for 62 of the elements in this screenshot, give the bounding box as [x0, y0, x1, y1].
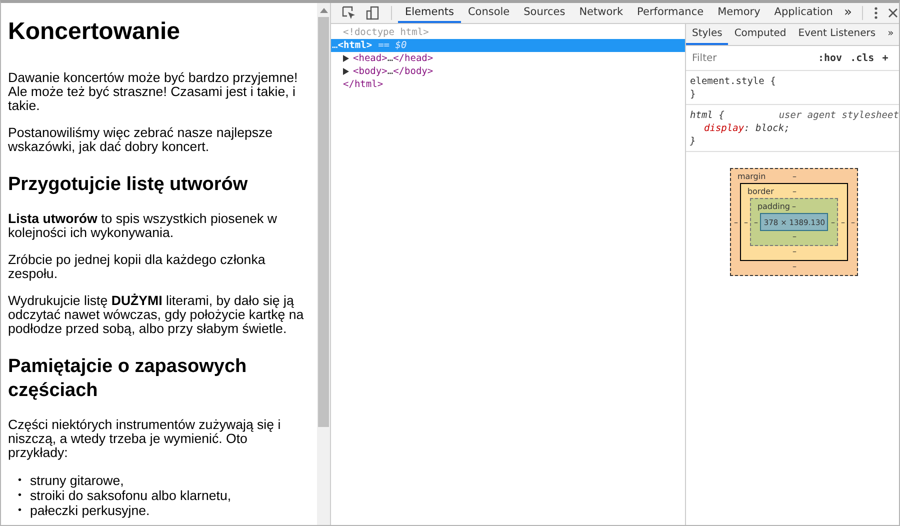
section-heading: Przygotujcie listę utworów: [8, 173, 249, 197]
closing-brace: }: [690, 88, 696, 101]
element-node[interactable]: <body>…</body>: [353, 65, 434, 78]
box-value: –: [792, 171, 796, 183]
devtools-tab[interactable]: Application: [767, 3, 840, 23]
devtools-tab[interactable]: Sources: [516, 3, 572, 23]
list-item: struny gitarowe,: [30, 473, 124, 488]
devtools-tab[interactable]: Console: [460, 3, 517, 23]
paragraph: Części niektórych instrumentów zużywają się i niszczą, a wtedy trzeba je wymienić. Oto przykłady:: [8, 418, 282, 460]
box-value: –: [792, 186, 796, 198]
menu-icon[interactable]: [874, 7, 878, 19]
box-value: –: [742, 218, 749, 226]
box-value: –: [792, 261, 796, 273]
paragraph: Postanowiliśmy więc zebrać nasze najlepsze wskazówki, jak dać dobry koncert.: [8, 126, 274, 154]
scroll-up-arrow-icon[interactable]: [320, 8, 328, 13]
box-value: –: [840, 218, 846, 226]
box-value: –: [850, 218, 856, 226]
list-item: pałeczki perkusyjne.: [30, 503, 150, 518]
inspect-cursor-icon[interactable]: [342, 6, 356, 20]
sidebar-tab[interactable]: Event Listeners: [792, 24, 882, 45]
list-item: stroiki do saksofonu albo klarnetu,: [30, 488, 232, 503]
paragraph: Lista utworów to spis wszystkich piosenek w kolejności ich wykonywania.: [8, 212, 278, 240]
box-label: margin: [737, 172, 766, 181]
node-reference: == $0: [378, 39, 407, 52]
box-label: padding: [757, 201, 790, 213]
sidebar-tab[interactable]: Styles: [686, 24, 728, 45]
box-label: border: [747, 187, 774, 196]
box-value: –: [792, 201, 796, 213]
stylesheet-source: user agent stylesheet: [778, 109, 899, 122]
css-selector: element.style {: [690, 75, 776, 88]
close-icon[interactable]: [888, 8, 898, 18]
paragraph: Zróbcie po jednej kopii dla każdego członka zespołu.: [8, 253, 266, 281]
css-declaration: display: block;: [703, 122, 791, 135]
box-value: –: [792, 246, 796, 258]
scrollbar-track[interactable]: [317, 3, 330, 525]
devtools-tab[interactable]: Performance: [630, 3, 711, 23]
devtools-tab[interactable]: Network: [572, 3, 630, 23]
element-node[interactable]: <head>…</head>: [353, 52, 434, 65]
device-toggle-icon[interactable]: [366, 6, 380, 20]
more-tabs-button[interactable]: »: [882, 24, 899, 45]
closing-tag[interactable]: </html>: [343, 78, 384, 91]
toolbar-button[interactable]: +: [878, 52, 892, 64]
toolbar-button[interactable]: :hov: [814, 52, 846, 64]
paragraph: Dawanie koncertów może być bardzo przyjemne! Ale może też być straszne! Czasami jest i takie, i takie.: [8, 71, 299, 113]
bullet: •: [18, 489, 23, 503]
bullet: •: [18, 504, 23, 518]
bullet: •: [18, 474, 23, 488]
sidebar-tab[interactable]: Computed: [728, 24, 792, 45]
paragraph: Wydrukujcie listę DUŻYMI literami, by dało się ją odczytać nawet wówczas, gdy położycie kartkę na podłodze przed sobą, albo przy słabym świetle.: [8, 294, 305, 336]
scrollbar-thumb[interactable]: [318, 17, 329, 427]
devtools-tab[interactable]: Elements: [398, 3, 461, 23]
box-value: –: [830, 218, 836, 226]
more-tabs-button[interactable]: »: [840, 3, 856, 23]
box-value: –: [752, 218, 759, 226]
box-value: –: [792, 231, 796, 243]
css-selector: html {: [690, 109, 724, 122]
toolbar-button[interactable]: .cls: [846, 52, 878, 64]
page-heading: Koncertowanie: [8, 17, 182, 47]
closing-brace: }: [690, 135, 696, 148]
box-value: –: [732, 218, 739, 226]
section-heading: Pamiętajcie o zapasowych częściach: [8, 355, 248, 403]
devtools-tab[interactable]: Memory: [710, 3, 768, 23]
